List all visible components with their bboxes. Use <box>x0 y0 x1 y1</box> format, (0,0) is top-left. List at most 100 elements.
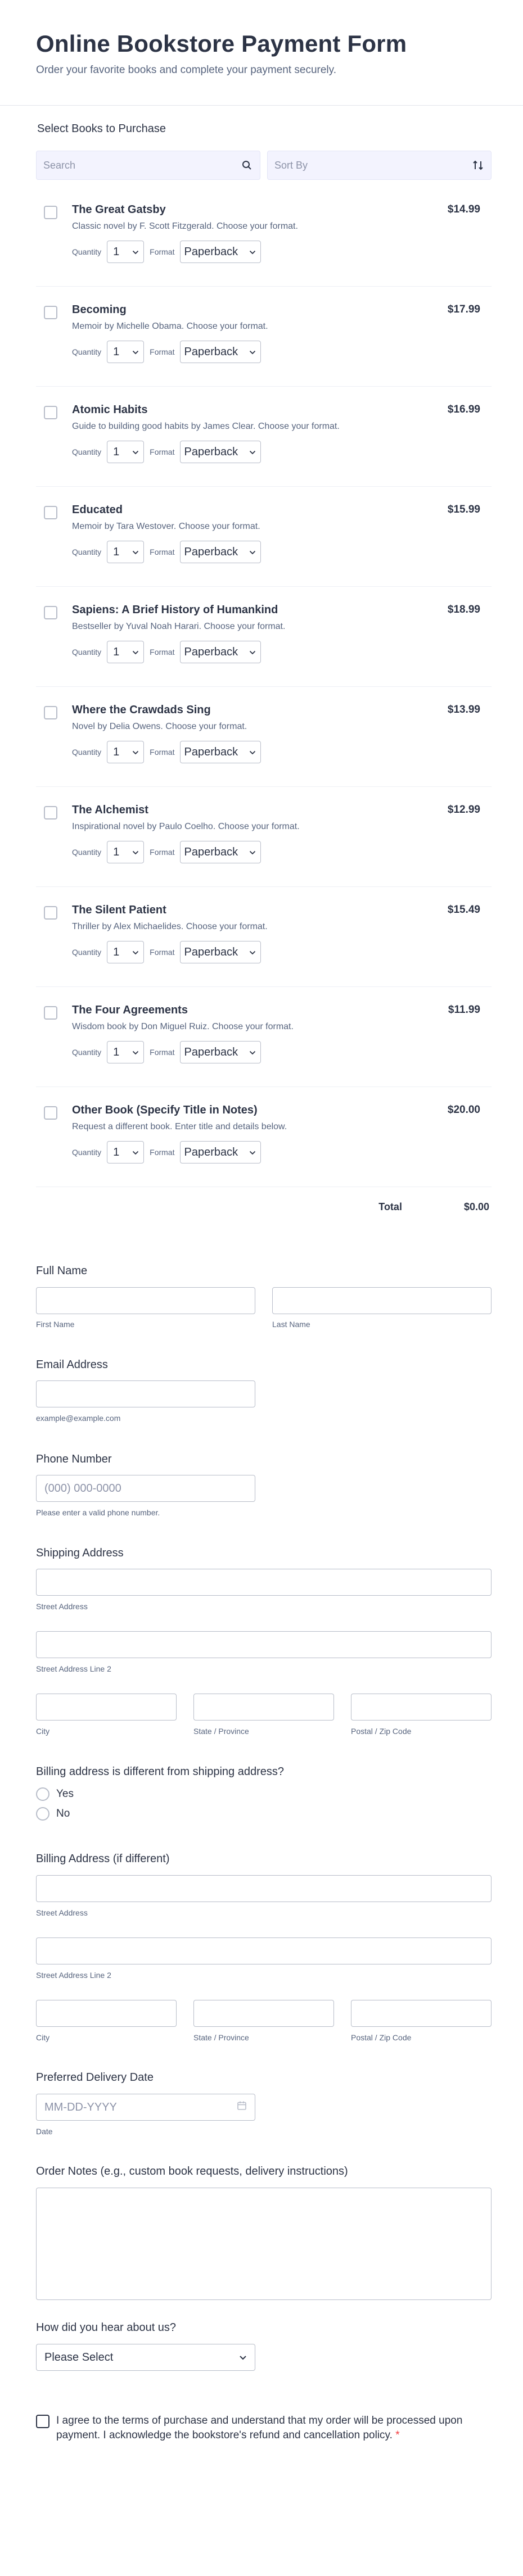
shipping-state-input[interactable] <box>193 1694 334 1721</box>
shipping-zip-input[interactable] <box>351 1694 492 1721</box>
format-value: Paperback <box>184 845 238 858</box>
referral-select[interactable]: Please Select <box>36 2344 255 2371</box>
shipping-zip-hint: Postal / Zip Code <box>351 1727 412 1736</box>
product-checkbox[interactable] <box>44 1006 57 1020</box>
product-sort-select[interactable]: Sort By <box>267 151 492 180</box>
format-select[interactable]: Paperback <box>180 541 262 563</box>
quantity-select[interactable]: 1 <box>107 841 145 863</box>
product-item[interactable]: Other Book (Specify Title in Notes) Reque… <box>36 1087 492 1187</box>
chevron-down-icon <box>132 248 139 256</box>
full-name-label: Full Name <box>36 1265 88 1277</box>
product-item[interactable]: The Silent Patient Thriller by Alex Micha… <box>36 887 492 987</box>
format-select[interactable]: Paperback <box>180 641 262 663</box>
last-name-hint: Last Name <box>272 1320 310 1329</box>
quantity-label: Quantity <box>72 347 102 356</box>
shipping-street-hint: Street Address <box>36 1602 88 1611</box>
format-label: Format <box>150 547 175 556</box>
shipping-street2-input[interactable] <box>36 1631 492 1658</box>
chevron-down-icon <box>249 848 256 857</box>
billing-yes-radio[interactable]: Yes <box>36 1787 74 1801</box>
product-item[interactable]: The Four Agreements Wisdom book by Don Mi… <box>36 987 492 1087</box>
shipping-city-input[interactable] <box>36 1694 177 1721</box>
product-checkbox[interactable] <box>44 306 57 319</box>
format-select[interactable]: Paperback <box>180 941 262 963</box>
quantity-select[interactable]: 1 <box>107 941 145 963</box>
page-subtitle: Order your favorite books and complete y… <box>36 64 337 76</box>
quantity-value: 1 <box>113 245 120 258</box>
format-select[interactable]: Paperback <box>180 1141 262 1163</box>
product-item[interactable]: The Alchemist Inspirational novel by Paul… <box>36 787 492 887</box>
order-notes-textarea[interactable] <box>36 2188 492 2300</box>
billing-state-input[interactable] <box>193 2000 334 2027</box>
product-search-input[interactable]: Search <box>36 151 260 180</box>
phone-field[interactable]: (000) 000-0000 <box>36 1475 255 1502</box>
product-description: Thriller by Alex Michaelides. Choose you… <box>72 922 268 931</box>
quantity-select[interactable]: 1 <box>107 241 145 263</box>
format-select[interactable]: Paperback <box>180 1041 262 1063</box>
quantity-select[interactable]: 1 <box>107 641 145 663</box>
product-checkbox[interactable] <box>44 206 57 219</box>
product-checkbox[interactable] <box>44 406 57 419</box>
terms-agreement[interactable]: I agree to the terms of purchase and und… <box>36 2414 480 2443</box>
phone-label: Phone Number <box>36 1453 112 1465</box>
format-label: Format <box>150 948 175 957</box>
quantity-select[interactable]: 1 <box>107 441 145 463</box>
delivery-date-hint: Date <box>36 2127 53 2136</box>
product-options: Quantity 1 Format Paperback <box>72 541 262 563</box>
product-checkbox[interactable] <box>44 606 57 619</box>
shipping-label: Shipping Address <box>36 1547 124 1559</box>
delivery-date-input[interactable]: MM-DD-YYYY <box>36 2094 255 2121</box>
first-name-input[interactable] <box>36 1287 255 1314</box>
format-select[interactable]: Paperback <box>180 741 262 763</box>
product-checkbox[interactable] <box>44 906 57 920</box>
product-checkbox[interactable] <box>44 806 57 820</box>
product-options: Quantity 1 Format Paperback <box>72 641 262 663</box>
quantity-label: Quantity <box>72 247 102 256</box>
first-name-hint: First Name <box>36 1320 75 1329</box>
terms-checkbox[interactable] <box>36 2415 49 2428</box>
product-checkbox[interactable] <box>44 706 57 719</box>
product-item[interactable]: Educated Memoir by Tara Westover. Choose … <box>36 487 492 587</box>
quantity-select[interactable]: 1 <box>107 741 145 763</box>
shipping-street-input[interactable] <box>36 1569 492 1596</box>
product-description: Memoir by Tara Westover. Choose your for… <box>72 522 260 531</box>
last-name-input[interactable] <box>272 1287 492 1314</box>
format-value: Paperback <box>184 1045 238 1058</box>
calendar-icon[interactable] <box>237 2100 247 2114</box>
format-select[interactable]: Paperback <box>180 841 262 863</box>
product-title: Other Book (Specify Title in Notes) <box>72 1104 258 1116</box>
product-checkbox[interactable] <box>44 1106 57 1120</box>
format-value: Paperback <box>184 345 238 358</box>
format-value: Paperback <box>184 1146 238 1158</box>
format-select[interactable]: Paperback <box>180 441 262 463</box>
product-title: The Great Gatsby <box>72 203 166 216</box>
product-item[interactable]: Atomic Habits Guide to building good habi… <box>36 387 492 487</box>
billing-street-hint: Street Address <box>36 1908 88 1917</box>
product-item[interactable]: Where the Crawdads Sing Novel by Delia Ow… <box>36 687 492 787</box>
quantity-value: 1 <box>113 545 120 558</box>
quantity-select[interactable]: 1 <box>107 1041 145 1063</box>
quantity-select[interactable]: 1 <box>107 1141 145 1163</box>
product-item[interactable]: The Great Gatsby Classic novel by F. Scot… <box>36 187 492 287</box>
product-title: The Alchemist <box>72 804 148 816</box>
quantity-select[interactable]: 1 <box>107 541 145 563</box>
billing-zip-input[interactable] <box>351 2000 492 2027</box>
billing-city-input[interactable] <box>36 2000 177 2027</box>
product-item[interactable]: Sapiens: A Brief History of Humankind Bes… <box>36 587 492 687</box>
product-checkbox[interactable] <box>44 506 57 519</box>
billing-zip-hint: Postal / Zip Code <box>351 2033 412 2042</box>
billing-street2-input[interactable] <box>36 1937 492 1964</box>
format-label: Format <box>150 347 175 356</box>
billing-no-radio[interactable]: No <box>36 1807 70 1821</box>
quantity-select[interactable]: 1 <box>107 341 145 363</box>
notes-label: Order Notes (e.g., custom book requests,… <box>36 2165 348 2177</box>
product-title: The Four Agreements <box>72 1004 188 1016</box>
product-item[interactable]: Becoming Memoir by Michelle Obama. Choose… <box>36 287 492 387</box>
format-select[interactable]: Paperback <box>180 341 262 363</box>
product-price: $13.99 <box>447 704 480 716</box>
chevron-down-icon <box>239 2351 247 2364</box>
billing-street-input[interactable] <box>36 1875 492 1902</box>
billing-no-label: No <box>56 1808 70 1819</box>
email-field[interactable] <box>36 1380 255 1407</box>
format-select[interactable]: Paperback <box>180 241 262 263</box>
